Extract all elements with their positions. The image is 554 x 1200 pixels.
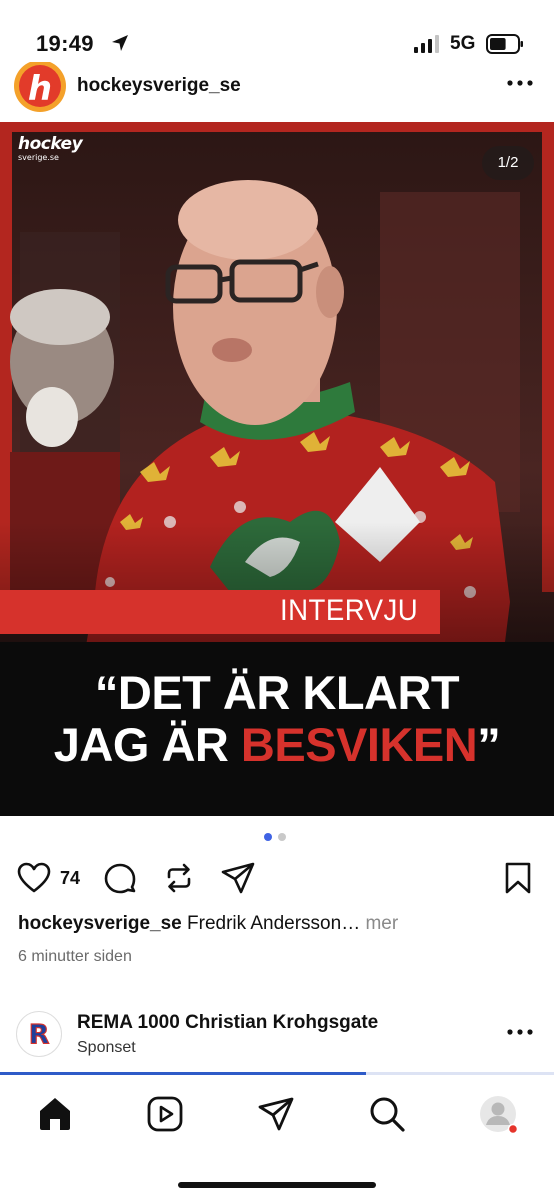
repost-icon[interactable] <box>161 860 197 896</box>
send-icon[interactable] <box>256 1094 296 1134</box>
cellular-signal-icon <box>414 35 439 53</box>
carousel-dots <box>264 833 294 843</box>
home-indicator[interactable] <box>178 1182 376 1188</box>
home-icon[interactable] <box>35 1094 75 1134</box>
save-bookmark-icon[interactable] <box>500 860 536 896</box>
svg-text:h: h <box>28 69 52 109</box>
post-username[interactable]: hockeysverige_se <box>77 75 241 97</box>
more-options-icon[interactable] <box>506 1027 534 1037</box>
feed-progress-bar <box>0 1072 554 1075</box>
brand-logo: hockey sverige.se <box>18 134 83 162</box>
sponsored-header: R REMA 1000 Christian Krohgsgate Sponset <box>0 1005 554 1067</box>
carousel-dot <box>278 833 286 841</box>
post-image[interactable]: hockey sverige.se 1/2 INTERVJU “DET ÄR K… <box>0 122 554 816</box>
account-avatar[interactable]: h <box>12 62 68 114</box>
image-headline: “DET ÄR KLART JAG ÄR BESVIKEN” <box>0 667 554 771</box>
post-header: h hockeysverige_se <box>0 62 554 120</box>
headline-line2: JAG ÄR BESVIKEN” <box>0 719 554 771</box>
svg-text:R: R <box>29 1020 50 1051</box>
category-banner-label: INTERVJU <box>279 594 418 627</box>
brand-logo-line1: hockey <box>18 134 83 154</box>
comment-icon[interactable] <box>102 860 138 896</box>
brand-logo-line2: sverige.se <box>18 153 59 162</box>
headline-line1: “DET ÄR KLART <box>94 666 460 719</box>
headline-line2-start: JAG ÄR <box>53 718 241 771</box>
sponsored-label: Sponset <box>77 1039 136 1056</box>
bottom-navigation <box>0 1076 554 1200</box>
more-options-icon[interactable] <box>506 78 534 88</box>
share-send-icon[interactable] <box>220 860 256 896</box>
post-caption[interactable]: hockeysverige_se Fredrik Andersson… mer <box>18 913 538 935</box>
profile-icon[interactable] <box>478 1094 518 1134</box>
battery-icon <box>486 34 523 54</box>
status-bar: 19:49 5G <box>0 0 554 64</box>
carousel-dot-active <box>264 833 272 841</box>
caption-username[interactable]: hockeysverige_se <box>18 913 182 934</box>
status-time: 19:49 <box>36 31 94 56</box>
category-banner: INTERVJU <box>0 590 440 634</box>
reels-icon[interactable] <box>145 1094 185 1134</box>
caption-text: Fredrik Andersson… <box>181 913 361 934</box>
post-actions: 74 <box>0 856 554 902</box>
like-count[interactable]: 74 <box>60 868 80 889</box>
search-icon[interactable] <box>367 1094 407 1134</box>
sponsor-avatar[interactable]: R <box>16 1011 62 1057</box>
headline-line2-end: ” <box>477 718 501 771</box>
network-type: 5G <box>450 33 476 54</box>
location-arrow-icon <box>112 35 128 51</box>
carousel-counter: 1/2 <box>482 146 534 180</box>
headline-highlight: BESVIKEN <box>240 718 478 771</box>
like-heart-icon[interactable] <box>16 860 52 896</box>
caption-more-link[interactable]: mer <box>360 913 398 934</box>
feed-progress-fill <box>0 1072 366 1075</box>
sponsor-name[interactable]: REMA 1000 Christian Krohgsgate <box>77 1012 378 1034</box>
post-timestamp: 6 minutter siden <box>18 948 132 965</box>
